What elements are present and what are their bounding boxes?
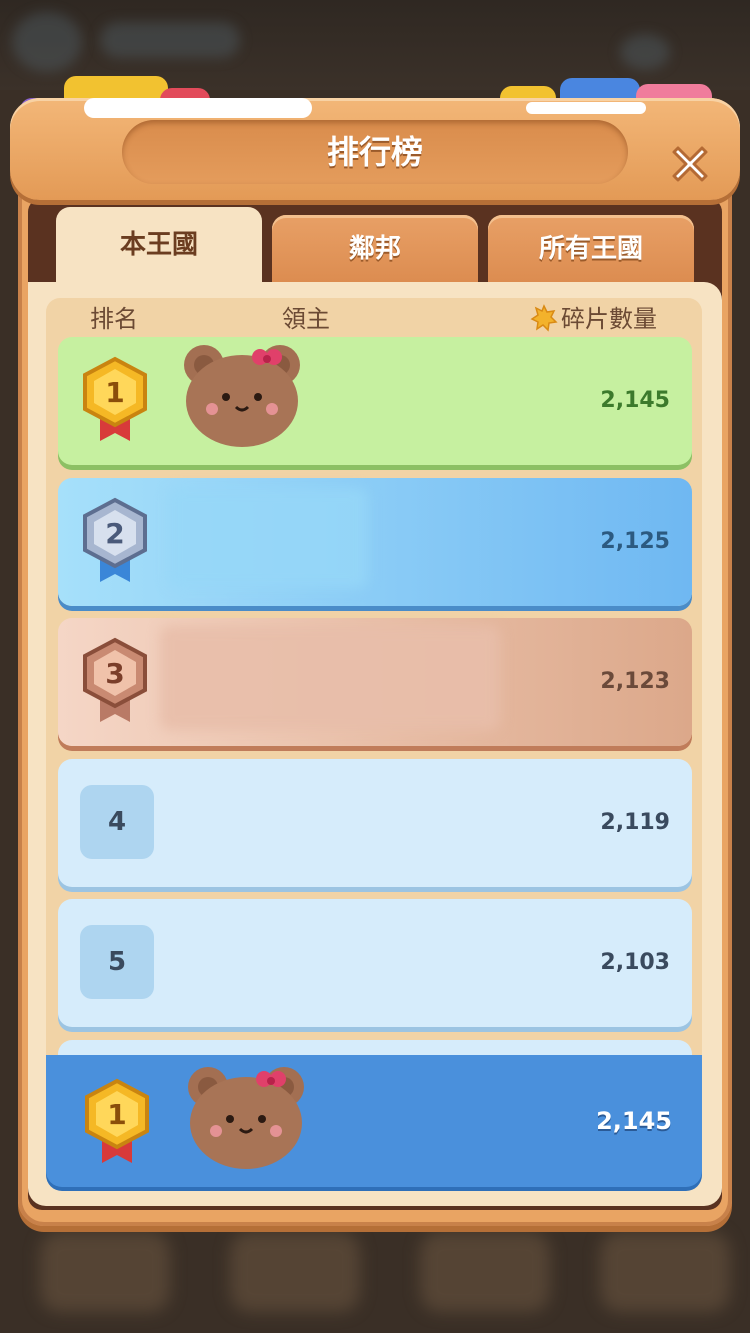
tab-label: 本王國 (119, 230, 198, 260)
fragment-count: 2,123 (600, 669, 670, 694)
silver-medal-icon: 2 (83, 497, 147, 582)
leaderboard-row[interactable]: 3 2,123 (58, 618, 692, 746)
background-tile (600, 1232, 730, 1312)
puzzle-fragment-icon (530, 304, 558, 332)
tab-all-kingdoms[interactable]: 所有王國 (488, 215, 694, 283)
background-blur (12, 12, 82, 72)
page-title: 排行榜 (326, 133, 423, 171)
gold-medal-icon: 1 (85, 1078, 149, 1163)
bear-avatar-icon (188, 1067, 304, 1169)
background-tile (230, 1232, 360, 1312)
lord-column-header: 領主 (282, 305, 330, 333)
gold-medal-icon: 1 (83, 356, 147, 441)
medal-rank-number: 3 (105, 657, 124, 690)
background-tile (40, 1232, 170, 1312)
tab-neighbors[interactable]: 鄰邦 (272, 215, 478, 283)
player-name-blurred (160, 626, 500, 730)
leaderboard-row[interactable]: 5 2,103 (58, 899, 692, 1027)
fragment-count: 2,145 (596, 1107, 672, 1135)
tab-own-kingdom[interactable]: 本王國 (56, 207, 262, 283)
leaderboard-row[interactable]: 4 2,119 (58, 759, 692, 887)
fragment-count: 2,125 (600, 529, 670, 554)
bronze-medal-icon: 3 (83, 637, 147, 722)
background-tile (420, 1232, 550, 1312)
rank-column-header: 排名 (90, 305, 138, 333)
close-button[interactable] (664, 138, 716, 190)
fragments-column-header: 碎片數量 (530, 302, 657, 336)
rank-number: 5 (80, 925, 154, 999)
current-player-row[interactable]: 1 2,145 (46, 1055, 702, 1187)
bear-avatar-icon (184, 345, 300, 447)
tab-label: 鄰邦 (348, 234, 401, 264)
snow-decoration (526, 102, 646, 114)
tab-label: 所有王國 (538, 234, 643, 264)
fragment-count: 2,119 (600, 810, 670, 835)
rank-number: 4 (80, 785, 154, 859)
medal-rank-number: 1 (105, 376, 124, 409)
fragment-count: 2,145 (600, 388, 670, 413)
fragment-count: 2,103 (600, 950, 670, 975)
snow-decoration (84, 98, 312, 118)
medal-rank-number: 2 (105, 517, 124, 550)
player-name-blurred (168, 488, 368, 588)
background-blur (620, 34, 670, 70)
close-icon (672, 146, 708, 182)
leaderboard-row[interactable]: 1 2,145 (58, 337, 692, 465)
background-blur (100, 22, 240, 58)
fragments-label: 碎片數量 (561, 305, 657, 333)
medal-rank-number: 1 (107, 1098, 126, 1131)
leaderboard-row[interactable]: 2 2,125 (58, 478, 692, 606)
